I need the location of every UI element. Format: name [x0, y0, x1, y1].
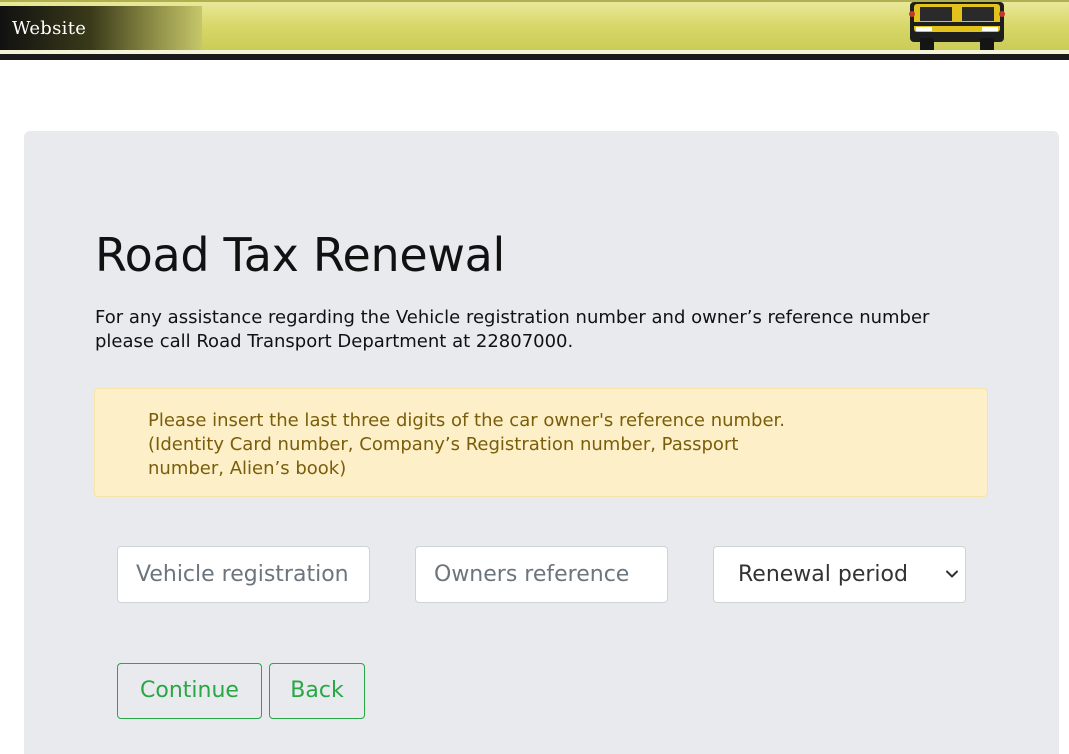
- banner-divider: [0, 50, 1069, 60]
- assistance-text: For any assistance regarding the Vehicle…: [95, 307, 930, 352]
- notice-text: Please insert the last three digits of t…: [148, 410, 786, 479]
- back-button[interactable]: Back: [269, 663, 365, 719]
- renewal-period-selected: Renewal period: [738, 562, 908, 587]
- school-bus-icon: [909, 2, 1005, 52]
- continue-button[interactable]: Continue: [117, 663, 262, 719]
- chevron-down-icon: [946, 570, 958, 578]
- vehicle-registration-input[interactable]: [117, 546, 370, 603]
- notice-alert: Please insert the last three digits of t…: [94, 388, 988, 497]
- renewal-period-select[interactable]: Renewal period: [713, 546, 966, 603]
- website-tab[interactable]: Website: [0, 6, 202, 50]
- owners-reference-input[interactable]: [415, 546, 668, 603]
- page-title: Road Tax Renewal: [95, 228, 506, 282]
- site-banner: Website: [0, 0, 1069, 54]
- website-tab-label: Website: [12, 18, 87, 39]
